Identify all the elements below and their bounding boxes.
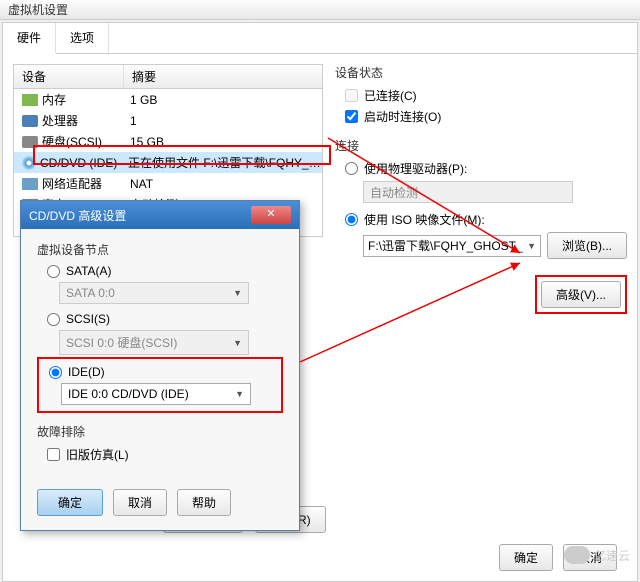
tab-options[interactable]: 选项 bbox=[56, 23, 109, 53]
vdn-title: 虚拟设备节点 bbox=[37, 241, 283, 258]
hw-val: 1 bbox=[130, 114, 322, 128]
iso-row: F:\迅雷下载\FQHY_GHOST_ ▼ 浏览(B)... bbox=[363, 232, 627, 259]
hw-val: NAT bbox=[130, 177, 322, 191]
hw-name: CD/DVD (IDE) bbox=[40, 156, 128, 170]
physical-drive-combo: 自动检测 bbox=[363, 181, 573, 203]
main-titlebar: 虚拟机设置 bbox=[0, 0, 640, 20]
chevron-down-icon: ▼ bbox=[235, 389, 244, 399]
hw-header-summary[interactable]: 摘要 bbox=[124, 65, 322, 88]
rad-physical[interactable]: 使用物理驱动器(P): bbox=[345, 160, 627, 177]
hw-name: 硬盘(SCSI) bbox=[42, 133, 130, 150]
memory-icon bbox=[22, 94, 38, 106]
ok-button[interactable]: 确定 bbox=[499, 544, 553, 571]
advanced-dialog: CD/DVD 高级设置 ✕ 虚拟设备节点 SATA(A) SATA 0:0 ▼ … bbox=[20, 200, 300, 531]
tabs: 硬件 选项 bbox=[3, 23, 637, 54]
trouble-title: 故障排除 bbox=[37, 423, 283, 440]
hw-header-device[interactable]: 设备 bbox=[14, 65, 124, 88]
right-panel: 设备状态 已连接(C) 启动时连接(O) 连接 使用物理驱动器(P): 自动检测 bbox=[335, 64, 627, 314]
sub-footer: 确定 取消 帮助 bbox=[21, 479, 299, 530]
advanced-button[interactable]: 高级(V)... bbox=[541, 281, 621, 308]
chevron-down-icon: ▼ bbox=[233, 288, 242, 298]
chk-start-input[interactable] bbox=[345, 110, 358, 123]
hw-val: 1 GB bbox=[130, 93, 322, 107]
sub-cancel-button[interactable]: 取消 bbox=[113, 489, 167, 516]
sub-help-button[interactable]: 帮助 bbox=[177, 489, 231, 516]
scsi-combo: SCSI 0:0 硬盘(SCSI) ▼ bbox=[59, 330, 249, 355]
advanced-row: 高级(V)... bbox=[335, 275, 627, 314]
sub-ok-button[interactable]: 确定 bbox=[37, 489, 103, 516]
chk-connect-on-start[interactable]: 启动时连接(O) bbox=[345, 108, 627, 125]
hw-val: 15 GB bbox=[130, 135, 322, 149]
chk-connected-label: 已连接(C) bbox=[364, 87, 417, 104]
chk-legacy-label: 旧版仿真(L) bbox=[66, 446, 129, 463]
ide-combo-text: IDE 0:0 CD/DVD (IDE) bbox=[68, 387, 189, 401]
rad-iso-label: 使用 ISO 映像文件(M): bbox=[364, 211, 485, 228]
hw-row-cpu[interactable]: 处理器 1 bbox=[14, 110, 322, 131]
rad-physical-input[interactable] bbox=[345, 162, 358, 175]
close-icon[interactable]: ✕ bbox=[251, 206, 291, 224]
advanced-highlight: 高级(V)... bbox=[535, 275, 627, 314]
chk-connected[interactable]: 已连接(C) bbox=[345, 87, 627, 104]
sub-body: 虚拟设备节点 SATA(A) SATA 0:0 ▼ SCSI(S) SCSI 0… bbox=[21, 229, 299, 479]
ide-combo[interactable]: IDE 0:0 CD/DVD (IDE) ▼ bbox=[61, 383, 251, 405]
chk-legacy[interactable]: 旧版仿真(L) bbox=[47, 446, 283, 463]
chevron-down-icon: ▼ bbox=[527, 241, 536, 251]
rad-sata-label: SATA(A) bbox=[66, 264, 112, 278]
ide-highlight: IDE(D) IDE 0:0 CD/DVD (IDE) ▼ bbox=[37, 357, 283, 413]
hw-name: 内存 bbox=[42, 91, 130, 108]
rad-iso-input[interactable] bbox=[345, 213, 358, 226]
sata-combo: SATA 0:0 ▼ bbox=[59, 282, 249, 304]
hw-row-cddvd[interactable]: CD/DVD (IDE) 正在使用文件 F:\迅雷下载\FQHY_G... bbox=[14, 152, 322, 173]
watermark: 亿速云 bbox=[564, 546, 630, 564]
rad-sata-input[interactable] bbox=[47, 265, 60, 278]
rad-ide[interactable]: IDE(D) bbox=[49, 365, 281, 379]
hw-row-memory[interactable]: 内存 1 GB bbox=[14, 89, 322, 110]
rad-ide-input[interactable] bbox=[49, 366, 62, 379]
hw-row-network[interactable]: 网络适配器 NAT bbox=[14, 173, 322, 194]
rad-physical-label: 使用物理驱动器(P): bbox=[364, 160, 467, 177]
disk-icon bbox=[22, 136, 38, 148]
connection-title: 连接 bbox=[335, 137, 627, 154]
hw-row-disk[interactable]: 硬盘(SCSI) 15 GB bbox=[14, 131, 322, 152]
tab-hardware[interactable]: 硬件 bbox=[3, 23, 56, 54]
chk-start-label: 启动时连接(O) bbox=[364, 108, 441, 125]
sub-title: CD/DVD 高级设置 bbox=[29, 207, 126, 224]
hw-name: 处理器 bbox=[42, 112, 130, 129]
cd-icon bbox=[22, 156, 36, 170]
cloud-icon bbox=[564, 546, 590, 564]
iso-path-combo[interactable]: F:\迅雷下载\FQHY_GHOST_ ▼ bbox=[363, 235, 541, 257]
cpu-icon bbox=[22, 115, 38, 127]
hw-name: 网络适配器 bbox=[42, 175, 130, 192]
group-connection: 连接 使用物理驱动器(P): 自动检测 使用 ISO 映像文件(M): F:\迅… bbox=[335, 137, 627, 259]
chevron-down-icon: ▼ bbox=[233, 338, 242, 348]
group-status: 设备状态 已连接(C) 启动时连接(O) bbox=[335, 64, 627, 125]
hw-header: 设备 摘要 bbox=[14, 65, 322, 89]
rad-scsi-label: SCSI(S) bbox=[66, 312, 110, 326]
rad-ide-label: IDE(D) bbox=[68, 365, 105, 379]
rad-scsi-input[interactable] bbox=[47, 313, 60, 326]
rad-iso[interactable]: 使用 ISO 映像文件(M): bbox=[345, 211, 627, 228]
network-icon bbox=[22, 178, 38, 190]
sub-titlebar[interactable]: CD/DVD 高级设置 ✕ bbox=[21, 201, 299, 229]
chk-connected-input bbox=[345, 89, 358, 102]
rad-sata[interactable]: SATA(A) bbox=[47, 264, 283, 278]
window-title: 虚拟机设置 bbox=[8, 1, 68, 18]
iso-path-text: F:\迅雷下载\FQHY_GHOST_ bbox=[368, 237, 523, 254]
status-title: 设备状态 bbox=[335, 64, 627, 81]
hw-val: 正在使用文件 F:\迅雷下载\FQHY_G... bbox=[128, 154, 322, 171]
rad-scsi[interactable]: SCSI(S) bbox=[47, 312, 283, 326]
chk-legacy-input[interactable] bbox=[47, 448, 60, 461]
browse-button[interactable]: 浏览(B)... bbox=[547, 232, 627, 259]
